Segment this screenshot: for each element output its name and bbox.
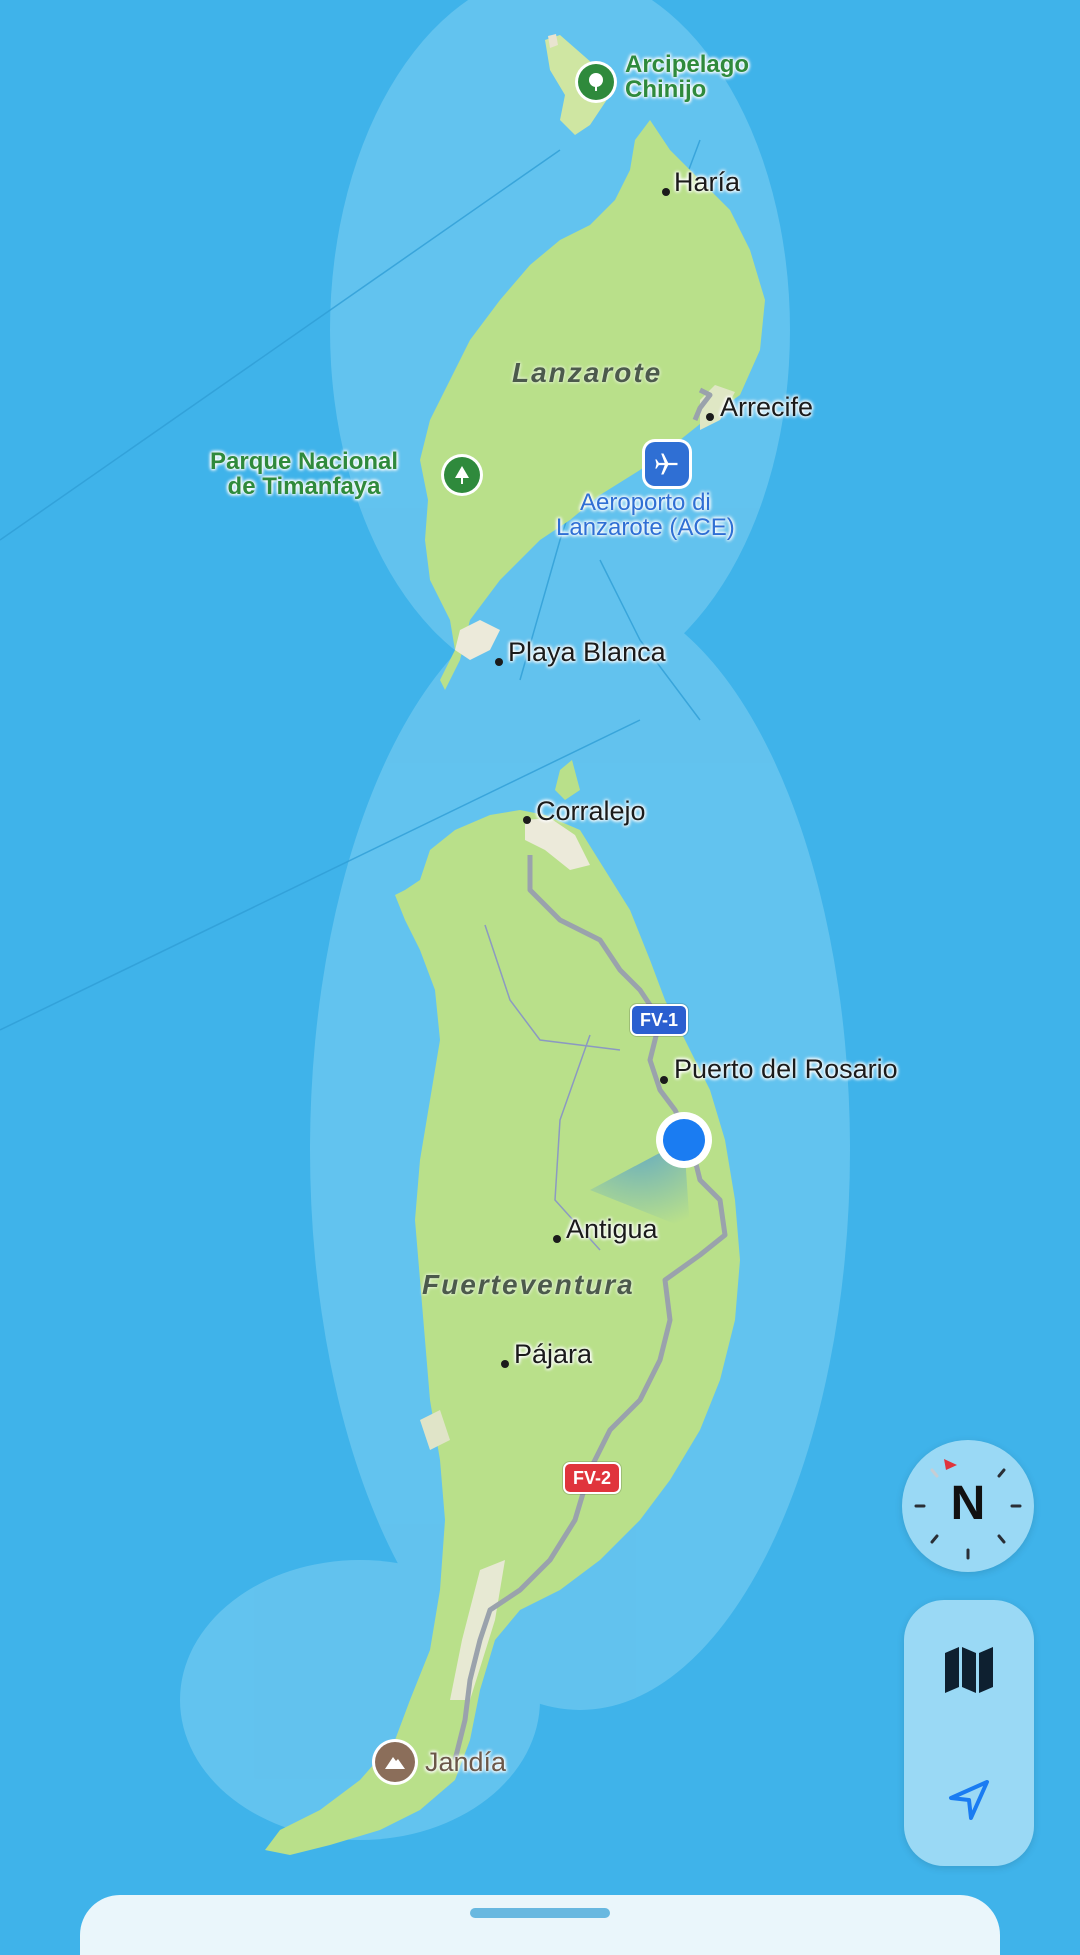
label-haria[interactable]: Haría: [674, 168, 740, 197]
location-arrow-icon: [949, 1780, 989, 1820]
map-icon: [945, 1647, 993, 1693]
label-puerto-del-rosario[interactable]: Puerto del Rosario: [674, 1055, 898, 1084]
label-arrecife[interactable]: Arrecife: [720, 393, 813, 422]
mountain-icon[interactable]: [375, 1742, 415, 1782]
bottom-sheet[interactable]: [80, 1895, 1000, 1955]
label-corralejo[interactable]: Corralejo: [536, 797, 646, 826]
label-jandia[interactable]: Jandía: [425, 1748, 506, 1777]
current-location-button[interactable]: [904, 1750, 1034, 1850]
label-playa-blanca[interactable]: Playa Blanca: [508, 638, 666, 667]
label-lanzarote: Lanzarote: [512, 357, 663, 388]
park-tree-icon[interactable]: [578, 64, 614, 100]
map-controls: [904, 1600, 1034, 1866]
label-antigua[interactable]: Antigua: [566, 1215, 658, 1244]
compass-button[interactable]: N: [902, 1440, 1034, 1572]
compass-north-letter: N: [950, 1477, 986, 1530]
map-mode-button[interactable]: [904, 1620, 1034, 1720]
park-tree-icon[interactable]: [444, 457, 480, 493]
airport-icon[interactable]: [645, 442, 689, 486]
label-airport[interactable]: Aeroporto di Lanzarote (ACE): [556, 490, 735, 541]
label-chinijo[interactable]: Arcipelago Chinijo: [625, 52, 749, 103]
label-pajara[interactable]: Pájara: [514, 1340, 592, 1369]
sheet-grabber[interactable]: [470, 1908, 610, 1918]
label-fuerteventura: Fuerteventura: [422, 1269, 635, 1300]
road-shield-fv1[interactable]: FV-1: [630, 1004, 689, 1036]
label-timanfaya[interactable]: Parque Nacional de Timanfaya: [210, 449, 398, 500]
road-shield-fv2[interactable]: FV-2: [563, 1462, 622, 1494]
